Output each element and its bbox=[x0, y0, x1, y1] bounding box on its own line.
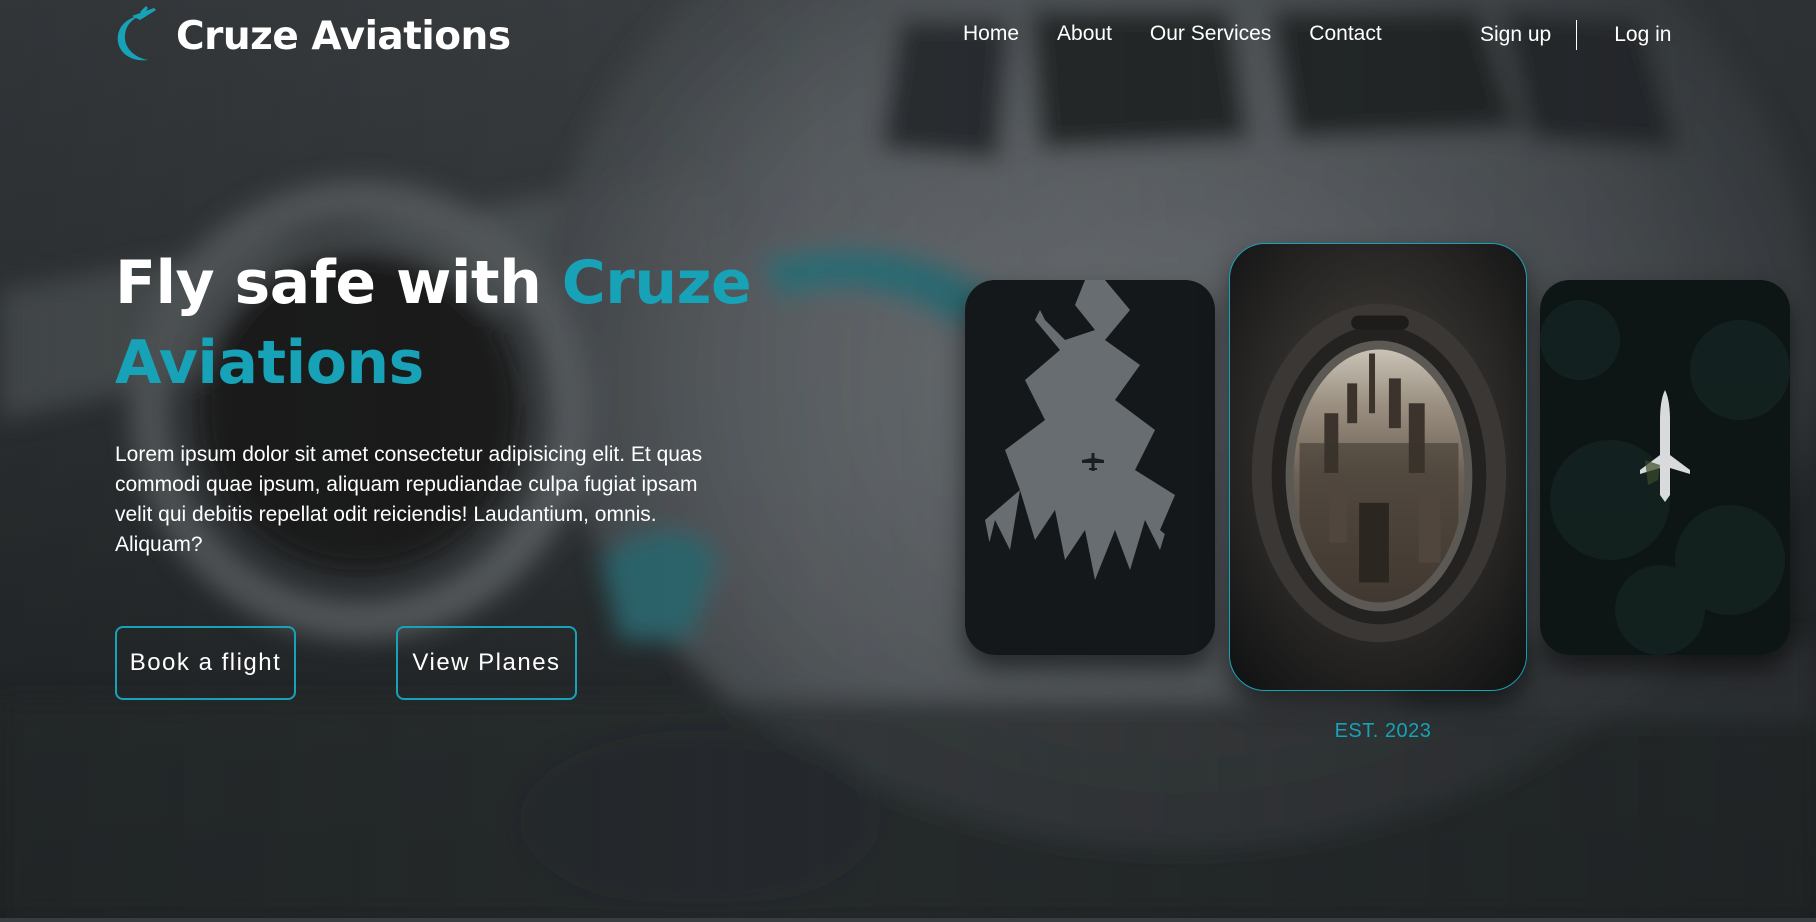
hero-section: Cruze Aviations Home About Our Services … bbox=[0, 0, 1816, 922]
forest-jet-image-card bbox=[1540, 280, 1790, 655]
auth-links: Sign up Log in bbox=[1480, 20, 1671, 50]
airplane-window-city-image bbox=[1230, 244, 1526, 690]
hero-headline: Fly safe with Cruze Aviations bbox=[115, 243, 755, 403]
view-planes-button[interactable]: View Planes bbox=[396, 626, 577, 700]
book-flight-button[interactable]: Book a flight bbox=[115, 626, 296, 700]
nav-links: Home About Our Services Contact bbox=[963, 22, 1382, 46]
jet-over-forest-image bbox=[1540, 280, 1790, 655]
login-link[interactable]: Log in bbox=[1614, 23, 1671, 47]
brand[interactable]: Cruze Aviations bbox=[110, 6, 511, 66]
forest-plane-image-card bbox=[965, 280, 1215, 655]
bottom-edge-strip bbox=[0, 918, 1816, 922]
forest-sky-plane-image bbox=[965, 280, 1215, 655]
airplane-window-image-card bbox=[1229, 243, 1527, 691]
hero-description: Lorem ipsum dolor sit amet consectetur a… bbox=[115, 443, 703, 556]
auth-divider bbox=[1576, 20, 1578, 50]
nav-link-contact[interactable]: Contact bbox=[1309, 22, 1381, 46]
nav-link-home[interactable]: Home bbox=[963, 22, 1019, 46]
nav-link-our-services[interactable]: Our Services bbox=[1150, 22, 1271, 46]
nav-link-about[interactable]: About bbox=[1057, 22, 1112, 46]
brand-name: Cruze Aviations bbox=[176, 13, 511, 59]
crescent-plane-icon bbox=[117, 6, 156, 61]
signup-link[interactable]: Sign up bbox=[1480, 23, 1551, 47]
headline-lead: Fly safe with bbox=[115, 248, 542, 318]
established-label: EST. 2023 bbox=[1334, 720, 1432, 742]
top-navigation: Cruze Aviations Home About Our Services … bbox=[0, 0, 1816, 72]
